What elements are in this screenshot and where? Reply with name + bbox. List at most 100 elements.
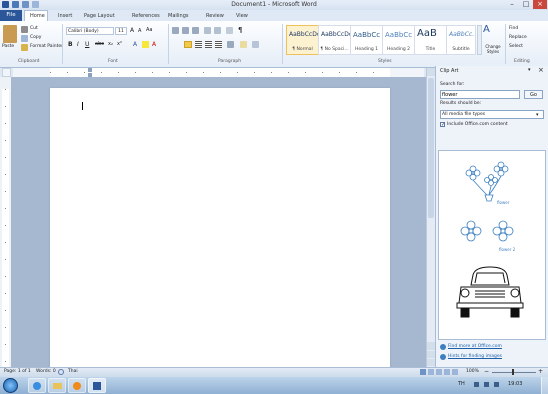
underline-icon[interactable]: U [85,41,89,48]
clip-result-flower[interactable] [459,159,519,207]
document-page[interactable] [50,88,390,378]
full-screen-icon[interactable] [428,369,434,375]
zoom-in-icon[interactable]: + [538,368,543,375]
replace-button[interactable]: Replace [509,35,527,40]
print-layout-icon[interactable] [420,369,426,375]
align-center-icon[interactable] [195,41,202,48]
volume-icon[interactable] [494,382,499,387]
tab-review[interactable]: Review [206,11,224,21]
taskbar-ie-button[interactable] [28,378,46,393]
tab-view[interactable]: View [236,11,248,21]
scroll-thumb[interactable] [428,78,434,218]
style-heading-1[interactable]: AaBbCc Heading 1 [350,25,383,55]
justify-icon[interactable] [215,41,222,48]
copy-button[interactable]: Copy [30,35,41,40]
paste-icon[interactable] [3,25,17,43]
highlight-icon[interactable] [142,41,149,48]
clock[interactable]: 19:03 [508,381,522,387]
text-effects-icon[interactable]: A [133,41,137,48]
find-button[interactable]: Find [509,26,518,31]
cut-icon[interactable] [21,26,28,33]
maximize-button[interactable]: □ [519,0,533,9]
tab-references[interactable]: References [132,11,160,21]
proofing-icon[interactable] [58,369,64,375]
taskbar-explorer-button[interactable] [48,378,66,393]
style-no-spacing[interactable]: AaBbCcDc ¶ No Spaci... [318,25,352,55]
cut-button[interactable]: Cut [30,26,38,31]
web-layout-icon[interactable] [436,369,442,375]
clip-result-car[interactable] [455,263,525,321]
zoom-out-icon[interactable]: − [484,368,489,375]
superscript-icon[interactable]: x² [117,41,122,47]
network-icon[interactable] [484,382,489,387]
find-more-link[interactable]: Find more at Office.com [448,344,502,349]
tray-icon[interactable] [474,382,479,387]
taskbar-media-button[interactable] [68,378,86,393]
subscript-icon[interactable]: x₂ [108,41,113,47]
strikethrough-icon[interactable]: abc [95,41,104,47]
taskbar-word-button[interactable] [88,378,106,393]
numbering-icon[interactable] [182,27,189,34]
go-button[interactable]: Go [524,90,543,99]
previous-page-button[interactable] [427,351,435,358]
zoom-slider[interactable] [492,372,536,373]
ruler-tab-selector[interactable] [2,68,11,77]
sort-icon[interactable] [226,27,233,34]
first-line-indent-marker[interactable] [88,68,92,72]
show-desktop-button[interactable] [541,377,548,394]
font-size-box[interactable]: 11 [115,27,127,35]
select-button[interactable]: Select [509,44,523,49]
style-normal[interactable]: AaBbCcDc ¶ Normal [286,25,320,55]
media-type-dropdown[interactable]: All media file types [440,110,544,119]
clip-results-list[interactable]: flower flower 2 [438,150,546,340]
pane-options-icon[interactable]: ▾ [528,67,531,73]
copy-icon[interactable] [21,35,28,42]
clip-result-flower-2[interactable] [457,217,519,249]
style-subtitle[interactable]: AaBbCc. Subtitle [446,25,476,55]
zoom-slider-thumb[interactable] [512,369,514,375]
change-case-icon[interactable]: Aa [146,27,152,33]
shading-icon[interactable] [240,41,247,48]
format-painter-icon[interactable] [21,44,28,51]
multilevel-list-icon[interactable] [192,27,199,34]
close-button[interactable]: × [533,0,547,9]
scroll-up-button[interactable] [427,68,435,76]
style-heading-2[interactable]: AaBbCc Heading 2 [382,25,415,55]
tab-home[interactable]: Home [30,11,45,21]
tab-file[interactable]: File [0,10,22,21]
minimize-button[interactable]: – [505,0,519,9]
page-count[interactable]: Page: 1 of 1 [4,369,31,374]
pane-close-icon[interactable]: × [538,66,544,74]
tab-mailings[interactable]: Mailings [168,11,189,21]
align-left-icon[interactable] [184,41,192,48]
tab-insert[interactable]: Insert [58,11,72,21]
zoom-level[interactable]: 100% [466,369,479,374]
grow-font-icon[interactable]: A [130,27,134,34]
bullets-icon[interactable] [172,27,179,34]
bold-icon[interactable]: B [68,41,73,48]
align-right-icon[interactable] [205,41,212,48]
word-count[interactable]: Words: 0 [36,369,56,374]
start-button[interactable] [3,378,18,393]
decrease-indent-icon[interactable] [204,27,211,34]
include-office-checkbox[interactable]: ✓ [440,122,445,128]
change-styles-button[interactable]: Change Styles [481,44,505,54]
change-styles-icon[interactable]: A [483,24,490,35]
borders-icon[interactable] [252,41,259,48]
outline-icon[interactable] [444,369,450,375]
tab-page-layout[interactable]: Page Layout [84,11,115,21]
vertical-scrollbar[interactable] [426,68,435,367]
input-language-indicator[interactable]: TH [458,381,465,387]
format-painter-button[interactable]: Format Painter [30,44,63,49]
show-formatting-icon[interactable]: ¶ [238,26,242,34]
font-color-icon[interactable]: A [152,41,156,48]
increase-indent-icon[interactable] [214,27,221,34]
style-title[interactable]: AaB Title [414,25,447,55]
search-input[interactable] [440,90,520,99]
font-name-box[interactable]: Calibri (Body) [66,27,114,35]
language-indicator[interactable]: Thai [68,369,78,374]
line-spacing-icon[interactable] [227,41,234,48]
paste-button[interactable]: Paste [2,44,14,49]
next-page-button[interactable] [427,359,435,366]
hints-link[interactable]: Hints for finding images [448,354,502,359]
